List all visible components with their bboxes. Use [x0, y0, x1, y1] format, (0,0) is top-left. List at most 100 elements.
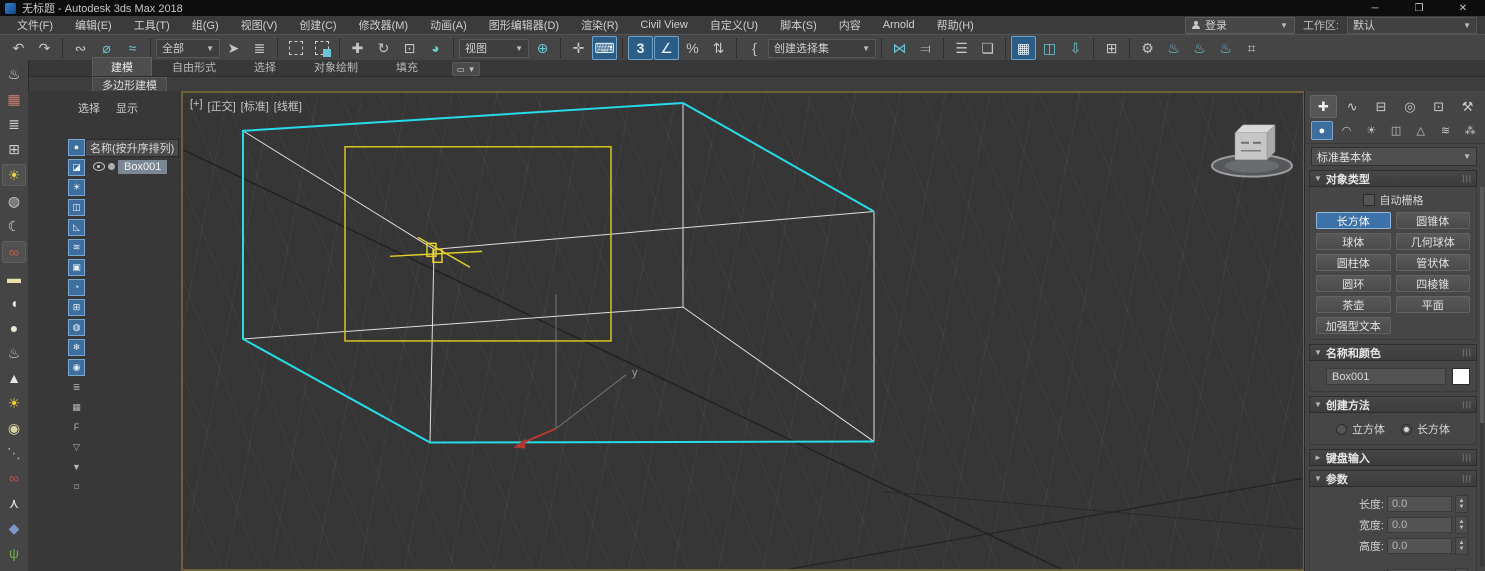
geosphere-button[interactable]: 几何球体 — [1395, 233, 1470, 250]
menu-edit[interactable]: 编辑(E) — [64, 17, 123, 33]
ribbon-tab-populate[interactable]: 填充 — [378, 58, 436, 76]
filter-hidden-icon[interactable]: ◉ — [68, 359, 85, 376]
toggle-layer-explorer-icon[interactable]: ❏ — [975, 36, 1000, 60]
select-and-manipulate-icon[interactable]: ✛ — [566, 36, 591, 60]
category-cameras-icon[interactable]: ◫ — [1385, 121, 1407, 140]
notes-icon[interactable]: ≣ — [3, 114, 25, 134]
autogrid-checkbox[interactable] — [1362, 194, 1375, 206]
filter-containers-icon[interactable]: ⊞ — [68, 299, 85, 316]
filter-groups-icon[interactable]: ▣ — [68, 259, 85, 276]
rollout-keyboard-entry-header[interactable]: ► 键盘输入 ||| — [1309, 449, 1477, 466]
object-name[interactable]: Box001 — [118, 159, 168, 174]
tab-create[interactable]: ✚ — [1310, 95, 1337, 118]
length-spinner[interactable]: ▲ ▼ — [1455, 495, 1468, 513]
molecule-icon[interactable]: ∞ — [3, 468, 25, 488]
undo-icon[interactable]: ↶ — [6, 36, 31, 60]
image-preview-icon[interactable]: ▦ — [3, 89, 25, 109]
rendered-frame-window-icon[interactable]: ⚙ — [1135, 36, 1160, 60]
object-color-swatch[interactable] — [1452, 368, 1470, 385]
filter-disabled-icon[interactable]: ▽ — [68, 439, 85, 456]
filter-cameras-icon[interactable]: ◫ — [68, 199, 85, 216]
render-iterative-icon[interactable]: ♨ — [1187, 36, 1212, 60]
torus-button[interactable]: 圆环 — [1316, 275, 1391, 292]
curve-editor-icon[interactable]: ▦ — [1011, 36, 1036, 60]
schematic-view-icon[interactable]: ◫ — [1037, 36, 1062, 60]
lamp-icon[interactable]: ☀ — [2, 164, 26, 186]
ribbon-tab-object-paint[interactable]: 对象绘制 — [296, 58, 376, 76]
ribbon-tab-freeform[interactable]: 自由形式 — [154, 58, 234, 76]
align-icon[interactable]: ⫤ — [913, 36, 938, 60]
menu-file[interactable]: 文件(F) — [6, 17, 64, 33]
select-object-icon[interactable]: ➤ — [221, 36, 246, 60]
textplus-button[interactable]: 加强型文本 — [1316, 317, 1391, 334]
cylinder-button[interactable]: 圆柱体 — [1316, 254, 1391, 271]
menu-civil-view[interactable]: Civil View — [629, 19, 698, 31]
material-editor-icon[interactable]: ⇩ — [1063, 36, 1088, 60]
rectangular-selection-region-icon[interactable] — [283, 36, 308, 60]
category-spacewarps-icon[interactable]: ≋ — [1435, 121, 1457, 140]
plank-icon[interactable]: ▬ — [3, 268, 25, 288]
named-selection-sets-dropdown[interactable]: 创建选择集 ▼ — [768, 38, 876, 58]
menu-customize[interactable]: 自定义(U) — [699, 17, 769, 33]
menu-help[interactable]: 帮助(H) — [926, 17, 985, 33]
tab-hierarchy[interactable]: ⊟ — [1368, 95, 1395, 118]
filter-shapes-icon[interactable]: ◪ — [68, 159, 85, 176]
teapot-icon[interactable]: ♨ — [3, 64, 25, 84]
cone-button[interactable]: 圆锥体 — [1395, 212, 1470, 229]
ribbon-display-toggle[interactable]: ▭ ▼ — [452, 62, 481, 76]
select-and-rotate-icon[interactable]: ↻ — [371, 36, 396, 60]
render-production-icon[interactable]: ♨ — [1161, 36, 1186, 60]
viewport-shading-menu-2[interactable]: [线框] — [274, 98, 302, 114]
stereo-camera-icon[interactable]: ∞ — [2, 241, 26, 263]
grid-2x2-layout-icon[interactable]: ⌗ — [1239, 36, 1264, 60]
filter-helpers-icon[interactable]: ◺ — [68, 219, 85, 236]
menu-graph-editors[interactable]: 图形编辑器(D) — [478, 17, 570, 33]
menu-views[interactable]: 视图(V) — [230, 17, 289, 33]
container-icon[interactable]: ⌑ — [68, 479, 85, 496]
menu-animation[interactable]: 动画(A) — [419, 17, 478, 33]
object-name-field[interactable]: Box001 — [1326, 368, 1446, 385]
creation-method-cube[interactable]: 立方体 — [1336, 421, 1385, 437]
selection-filter-dropdown[interactable]: 全部 ▼ — [156, 38, 220, 58]
moon-icon[interactable]: ☾ — [3, 216, 25, 236]
creation-method-box[interactable]: 长方体 — [1401, 421, 1450, 437]
category-geometry-icon[interactable]: ● — [1311, 121, 1333, 140]
toggle-scene-explorer-icon[interactable]: ☰ — [949, 36, 974, 60]
viewport-canvas[interactable]: y — [183, 93, 1303, 569]
viewport-general-menu[interactable]: [+] — [190, 98, 203, 114]
width-spinner[interactable]: ▲ ▼ — [1455, 516, 1468, 534]
tube-button[interactable]: 管状体 — [1395, 254, 1470, 271]
sphere-icon[interactable]: ● — [3, 318, 25, 338]
explorer-grid-view-icon[interactable]: ▦ — [68, 399, 85, 416]
mountain-icon[interactable]: ▲ — [3, 368, 25, 388]
sphere-button[interactable]: 球体 — [1316, 233, 1391, 250]
camera-audio-icon[interactable]: ◍ — [3, 191, 25, 211]
category-systems-icon[interactable]: ⁂ — [1459, 121, 1481, 140]
schedule-icon[interactable]: ⊞ — [3, 139, 25, 159]
category-shapes-icon[interactable]: ◠ — [1336, 121, 1358, 140]
rock-icon[interactable]: ◆ — [3, 518, 25, 538]
tab-modify[interactable]: ∿ — [1339, 95, 1366, 118]
render-setup-icon[interactable]: ⊞ — [1099, 36, 1124, 60]
edit-named-selection-sets-icon[interactable]: { — [742, 36, 767, 60]
menu-tools[interactable]: 工具(T) — [123, 17, 181, 33]
use-pivot-point-center-icon[interactable]: ⊕ — [530, 36, 555, 60]
explorer-list-view-icon[interactable]: ≣ — [68, 379, 85, 396]
ribbon-tab-modeling[interactable]: 建模 — [92, 57, 152, 76]
rain-icon[interactable]: ⋱ — [3, 443, 25, 463]
filter-bones-icon[interactable]: ◔ — [68, 279, 85, 296]
list-item[interactable]: Box001 — [85, 158, 179, 175]
height-field[interactable]: 0.0 — [1387, 538, 1452, 554]
pyramid-button[interactable]: 四棱锥 — [1395, 275, 1470, 292]
visibility-eye-icon[interactable] — [93, 162, 105, 171]
tab-utilities[interactable]: ⚒ — [1454, 95, 1481, 118]
viewport[interactable]: [+] [正交] [标准] [线框] y — [181, 91, 1305, 571]
select-and-link-icon[interactable]: ∾ — [68, 36, 93, 60]
length-field[interactable]: 0.0 — [1387, 496, 1452, 512]
mirror-icon[interactable]: ⋈ — [887, 36, 912, 60]
disc-icon[interactable]: ◉ — [3, 418, 25, 438]
redo-icon[interactable]: ↷ — [32, 36, 57, 60]
ribbon-tab-selection[interactable]: 选择 — [236, 58, 294, 76]
command-panel-scrollbar[interactable] — [1480, 187, 1484, 567]
maximize-button[interactable]: ❐ — [1397, 0, 1441, 16]
